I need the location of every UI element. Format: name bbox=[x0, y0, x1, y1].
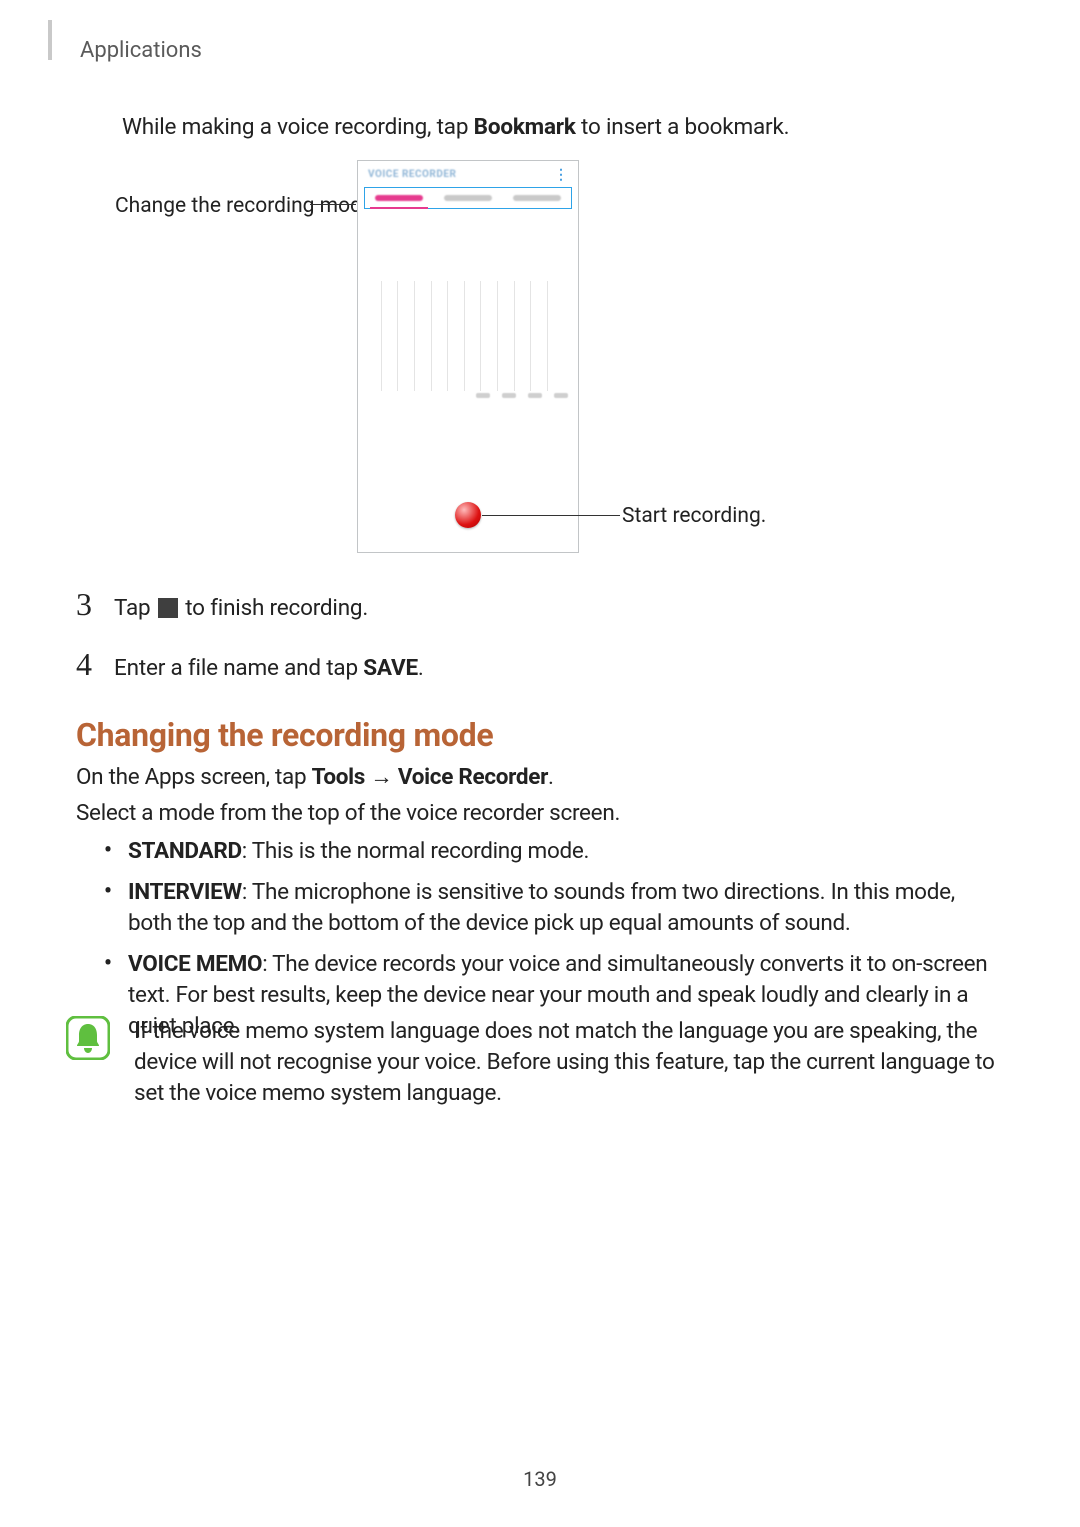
text: . bbox=[418, 655, 424, 681]
step-4: 4 Enter a file name and tap SAVE. bbox=[76, 646, 424, 683]
note-text: If the voice memo system language does n… bbox=[134, 1016, 1004, 1109]
tab-interview bbox=[434, 188, 503, 208]
step-text: Enter a file name and tap SAVE. bbox=[114, 655, 424, 681]
stop-icon bbox=[158, 598, 178, 618]
list-item: INTERVIEW: The microphone is sensitive t… bbox=[100, 877, 1004, 939]
mode-label: INTERVIEW bbox=[128, 879, 242, 905]
page-number: 139 bbox=[0, 1467, 1080, 1491]
step-number: 4 bbox=[76, 646, 96, 683]
text: : The microphone is sensitive to sounds … bbox=[128, 879, 955, 936]
more-icon: ⋮ bbox=[554, 167, 568, 183]
step-number: 3 bbox=[76, 586, 96, 623]
voicerecorder-bold: Voice Recorder bbox=[398, 764, 548, 790]
leader-line bbox=[310, 204, 356, 205]
header-rule bbox=[48, 20, 52, 60]
bookmark-bold: Bookmark bbox=[474, 114, 576, 140]
text: to finish recording. bbox=[180, 595, 368, 621]
recording-mode-tabs bbox=[364, 187, 572, 209]
save-bold: SAVE bbox=[363, 655, 418, 681]
record-button-icon bbox=[455, 502, 481, 528]
mode-label: STANDARD bbox=[128, 838, 242, 864]
paragraph: Select a mode from the top of the voice … bbox=[76, 800, 620, 826]
leader-line bbox=[482, 515, 620, 516]
callout-change-mode: Change the recording mode. bbox=[115, 194, 379, 218]
screenshot-diagram: Change the recording mode. VOICE RECORDE… bbox=[120, 160, 940, 560]
waveform-timecodes bbox=[364, 393, 572, 403]
step-text: Tap to finish recording. bbox=[114, 595, 368, 621]
text: While making a voice recording, tap bbox=[122, 114, 474, 140]
text: to insert a bookmark. bbox=[576, 114, 790, 140]
text: Tap bbox=[114, 595, 156, 621]
note-bell-icon bbox=[66, 1016, 110, 1060]
mode-label: VOICE MEMO bbox=[128, 951, 262, 977]
tools-bold: Tools bbox=[312, 764, 365, 790]
list-item: STANDARD: This is the normal recording m… bbox=[100, 836, 1004, 867]
text: On the Apps screen, tap bbox=[76, 764, 312, 790]
arrow: → bbox=[365, 764, 398, 790]
tab-standard bbox=[365, 188, 434, 208]
breadcrumb: Applications bbox=[80, 38, 202, 63]
step-3: 3 Tap to finish recording. bbox=[76, 586, 368, 623]
intro-paragraph: While making a voice recording, tap Book… bbox=[122, 114, 789, 140]
text: . bbox=[548, 764, 554, 790]
text: : This is the normal recording mode. bbox=[242, 838, 589, 864]
tab-voicememo bbox=[502, 188, 571, 208]
note-block: If the voice memo system language does n… bbox=[66, 1016, 1004, 1109]
paragraph: On the Apps screen, tap Tools → Voice Re… bbox=[76, 764, 554, 790]
text: Enter a file name and tap bbox=[114, 655, 363, 681]
phone-mockup: VOICE RECORDER ⋮ bbox=[357, 160, 579, 553]
waveform-area bbox=[364, 281, 572, 391]
section-heading: Changing the recording mode bbox=[76, 716, 493, 754]
phone-app-title: VOICE RECORDER bbox=[368, 169, 456, 180]
callout-start-recording: Start recording. bbox=[622, 504, 766, 528]
